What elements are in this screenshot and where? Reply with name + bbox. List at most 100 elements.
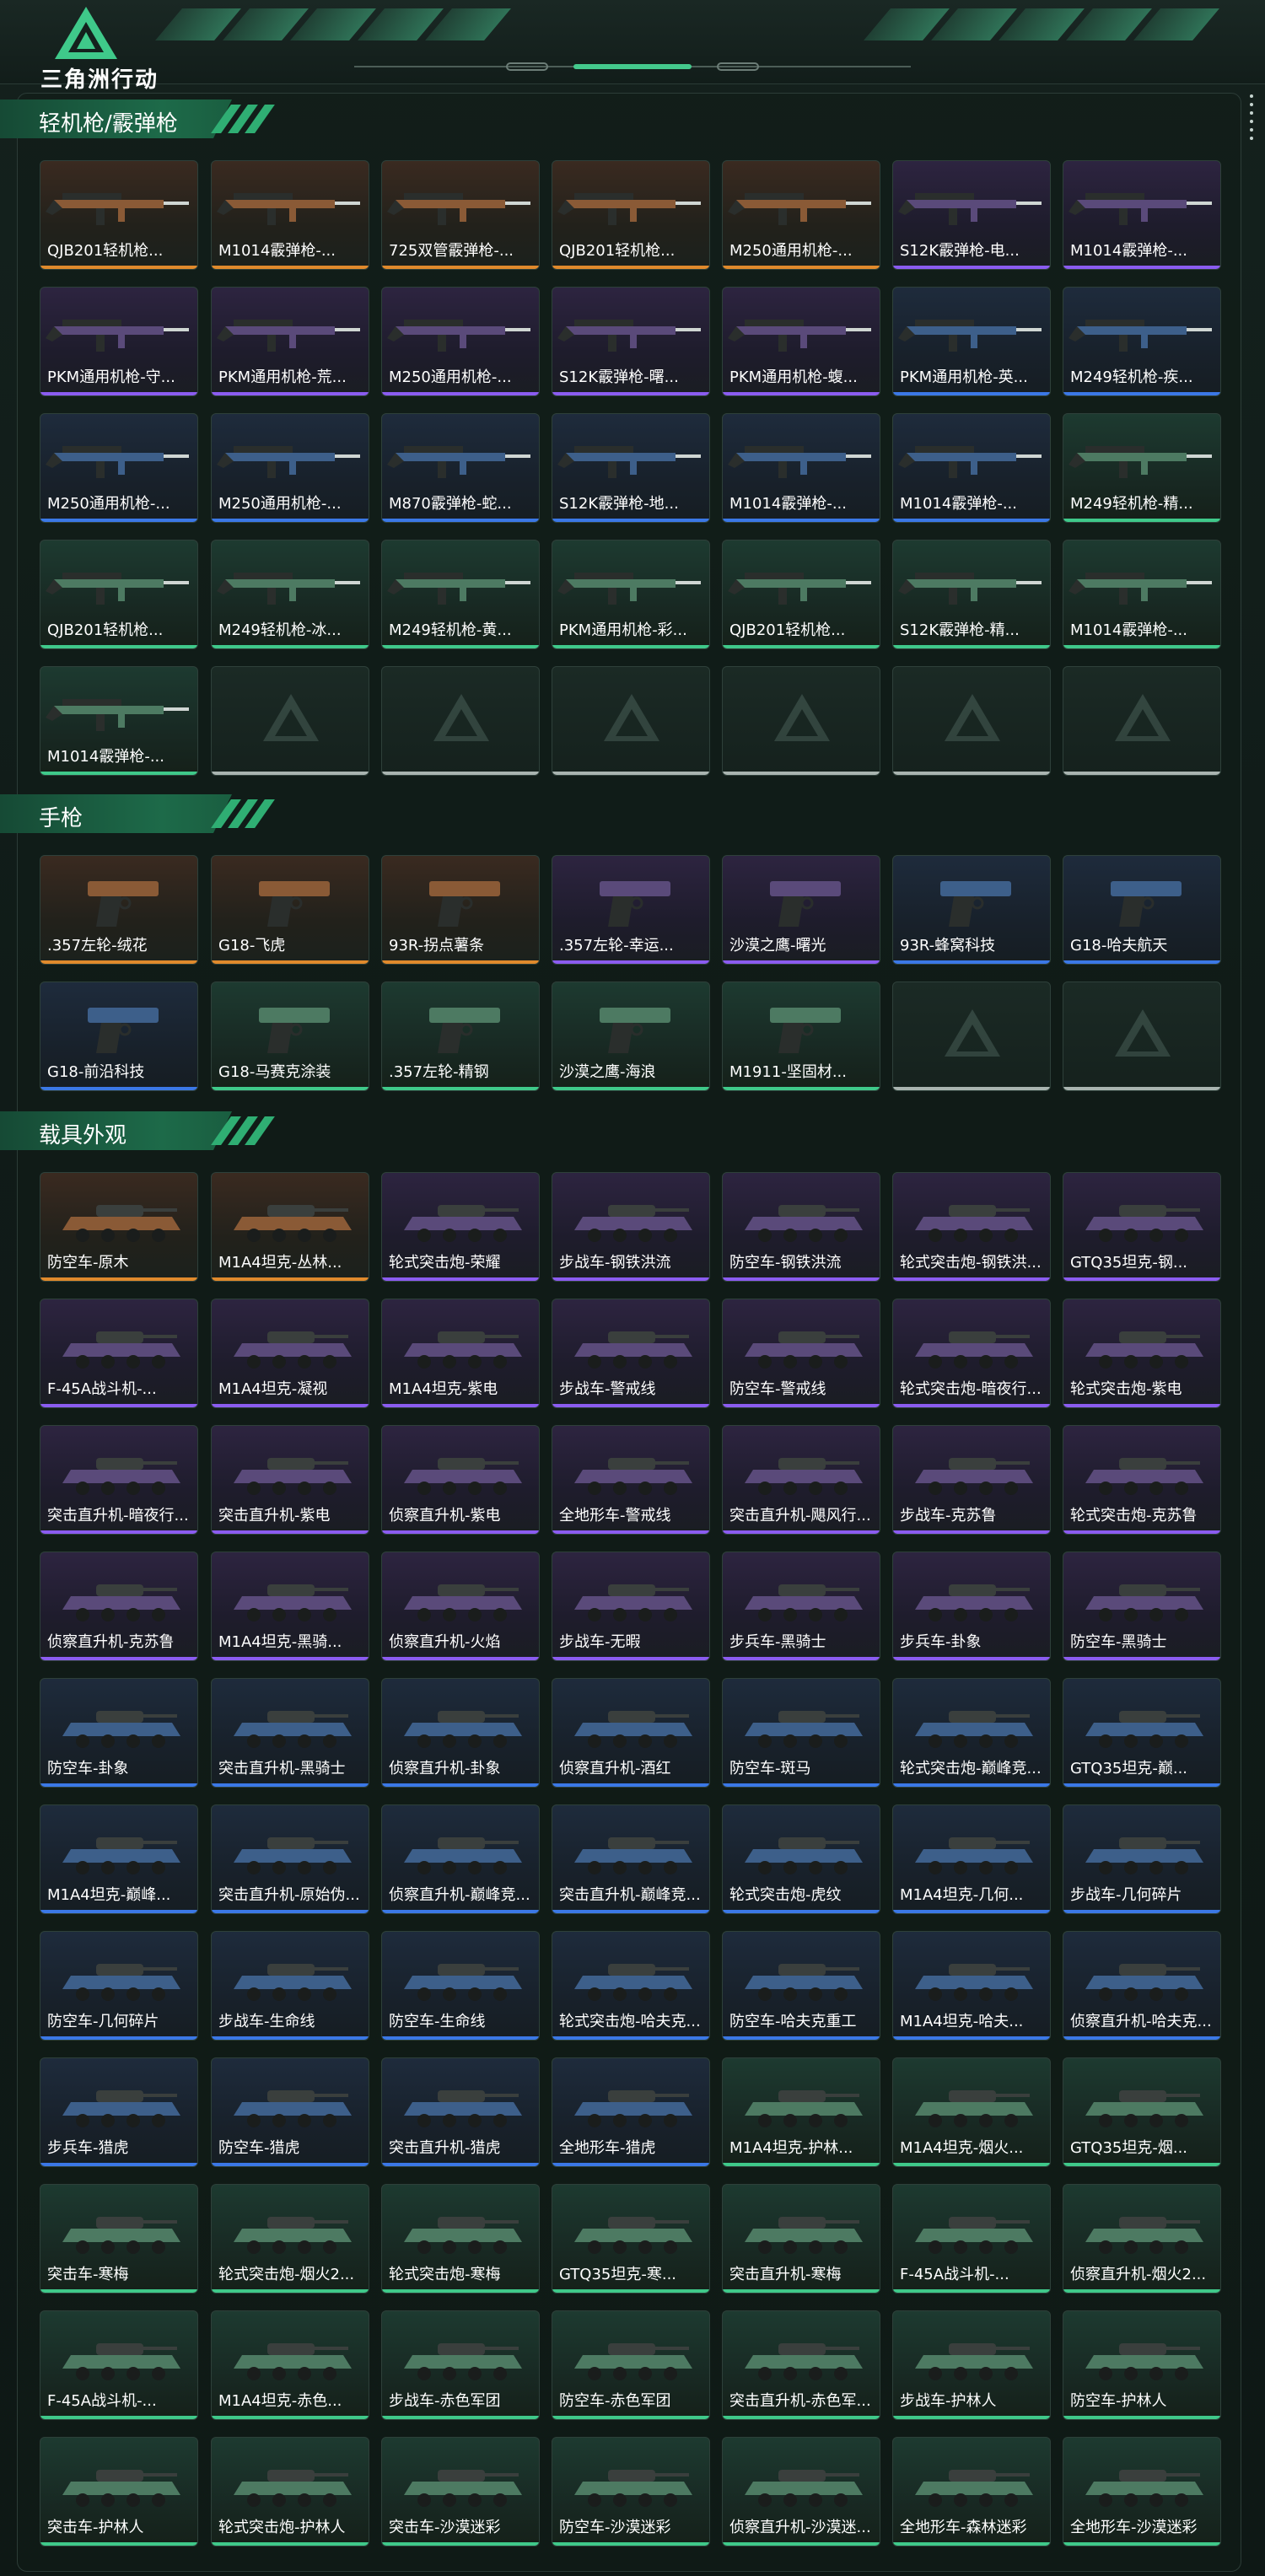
vehicle-skin-card[interactable]: 轮式突击炮-哈夫克... — [552, 1931, 710, 2041]
gun-skin-card[interactable]: PKM通用机枪-荒... — [211, 287, 369, 396]
vehicle-skin-card[interactable]: 防空车-护林人 — [1063, 2310, 1221, 2420]
vehicle-skin-card[interactable]: 突击直升机-猎虎 — [381, 2057, 540, 2167]
gun-skin-card[interactable]: M249轻机枪-冰... — [211, 540, 369, 649]
vehicle-skin-card[interactable]: 步兵车-猎虎 — [40, 2057, 198, 2167]
gun-skin-card[interactable]: S12K霰弹枪-精... — [892, 540, 1051, 649]
vehicle-skin-card[interactable]: GTQ35坦克-烟... — [1063, 2057, 1221, 2167]
vehicle-skin-card[interactable]: M1A4坦克-巅峰... — [40, 1804, 198, 1914]
vehicle-skin-card[interactable]: M1A4坦克-护林... — [722, 2057, 880, 2167]
vehicle-skin-card[interactable]: M1A4坦克-烟火... — [892, 2057, 1051, 2167]
gun-skin-card[interactable]: PKM通用机枪-英... — [892, 287, 1051, 396]
vehicle-skin-card[interactable]: 突击直升机-巅峰竞... — [552, 1804, 710, 1914]
pistol-skin-card[interactable]: 沙漠之鹰-海浪 — [552, 981, 710, 1091]
vehicle-skin-card[interactable]: 防空车-猎虎 — [211, 2057, 369, 2167]
vehicle-skin-card[interactable]: 防空车-几何碎片 — [40, 1931, 198, 2041]
gun-skin-card[interactable]: PKM通用机枪-蝮... — [722, 287, 880, 396]
pistol-skin-card[interactable]: M1911-坚固材... — [722, 981, 880, 1091]
vehicle-skin-card[interactable]: GTQ35坦克-巅... — [1063, 1678, 1221, 1788]
gun-skin-card[interactable]: S12K霰弹枪-曙... — [552, 287, 710, 396]
gun-skin-card[interactable]: S12K霰弹枪-地... — [552, 413, 710, 523]
gun-skin-card[interactable]: M249轻机枪-黄... — [381, 540, 540, 649]
vehicle-skin-card[interactable]: 侦察直升机-紫电 — [381, 1425, 540, 1535]
vehicle-skin-card[interactable]: 轮式突击炮-烟火2... — [211, 2184, 369, 2294]
gun-skin-card[interactable]: M1014霰弹枪-... — [40, 666, 198, 776]
vehicle-skin-card[interactable]: 轮式突击炮-暗夜行... — [892, 1299, 1051, 1408]
vehicle-skin-card[interactable]: 防空车-警戒线 — [722, 1299, 880, 1408]
gun-skin-card[interactable]: M1014霰弹枪-... — [1063, 540, 1221, 649]
vehicle-skin-card[interactable]: 防空车-卦象 — [40, 1678, 198, 1788]
vehicle-skin-card[interactable]: 防空车-赤色军团 — [552, 2310, 710, 2420]
gun-skin-card[interactable]: M250通用机枪-... — [722, 160, 880, 270]
gun-skin-card[interactable]: M1014霰弹枪-... — [1063, 160, 1221, 270]
gun-skin-card[interactable]: M1014霰弹枪-... — [892, 413, 1051, 523]
vehicle-skin-card[interactable]: 步战车-克苏鲁 — [892, 1425, 1051, 1535]
vehicle-skin-card[interactable]: M1A4坦克-丛林... — [211, 1172, 369, 1282]
gun-skin-card[interactable]: S12K霰弹枪-电... — [892, 160, 1051, 270]
pistol-skin-card[interactable]: .357左轮-精钢 — [381, 981, 540, 1091]
vehicle-skin-card[interactable]: M1A4坦克-凝视 — [211, 1299, 369, 1408]
gun-skin-card[interactable]: M249轻机枪-疾... — [1063, 287, 1221, 396]
vehicle-skin-card[interactable]: 防空车-沙漠迷彩 — [552, 2437, 710, 2546]
vehicle-skin-card[interactable]: 侦察直升机-沙漠迷... — [722, 2437, 880, 2546]
vehicle-skin-card[interactable]: 侦察直升机-卦象 — [381, 1678, 540, 1788]
vehicle-skin-card[interactable]: 轮式突击炮-巅峰竞... — [892, 1678, 1051, 1788]
vehicle-skin-card[interactable]: 步战车-赤色军团 — [381, 2310, 540, 2420]
vehicle-skin-card[interactable]: 防空车-黑骑士 — [1063, 1552, 1221, 1661]
vehicle-skin-card[interactable]: 全地形车-森林迷彩 — [892, 2437, 1051, 2546]
vehicle-skin-card[interactable]: 步战车-无暇 — [552, 1552, 710, 1661]
vehicle-skin-card[interactable]: 轮式突击炮-寒梅 — [381, 2184, 540, 2294]
vehicle-skin-card[interactable]: 轮式突击炮-克苏鲁 — [1063, 1425, 1221, 1535]
pistol-skin-card[interactable]: .357左轮-绒花 — [40, 855, 198, 965]
vehicle-skin-card[interactable]: 突击直升机-原始伪... — [211, 1804, 369, 1914]
vehicle-skin-card[interactable]: 轮式突击炮-钢铁洪... — [892, 1172, 1051, 1282]
gun-skin-card[interactable]: PKM通用机枪-守... — [40, 287, 198, 396]
vehicle-skin-card[interactable]: 突击直升机-暗夜行... — [40, 1425, 198, 1535]
vehicle-skin-card[interactable]: 突击车-沙漠迷彩 — [381, 2437, 540, 2546]
vehicle-skin-card[interactable]: 突击直升机-飓风行... — [722, 1425, 880, 1535]
gun-skin-card[interactable]: M250通用机枪-... — [381, 287, 540, 396]
vehicle-skin-card[interactable]: 轮式突击炮-护林人 — [211, 2437, 369, 2546]
vehicle-skin-card[interactable]: 突击直升机-赤色军... — [722, 2310, 880, 2420]
vehicle-skin-card[interactable]: M1A4坦克-黑骑... — [211, 1552, 369, 1661]
vehicle-skin-card[interactable]: 突击直升机-寒梅 — [722, 2184, 880, 2294]
pistol-skin-card[interactable]: G18-飞虎 — [211, 855, 369, 965]
scroll-indicator[interactable] — [1250, 94, 1255, 140]
pistol-skin-card[interactable]: G18-哈夫航天 — [1063, 855, 1221, 965]
vehicle-skin-card[interactable]: M1A4坦克-几何... — [892, 1804, 1051, 1914]
gun-skin-card[interactable]: M250通用机枪-... — [211, 413, 369, 523]
vehicle-skin-card[interactable]: 侦察直升机-克苏鲁 — [40, 1552, 198, 1661]
vehicle-skin-card[interactable]: M1A4坦克-紫电 — [381, 1299, 540, 1408]
gun-skin-card[interactable]: M250通用机枪-... — [40, 413, 198, 523]
pistol-skin-card[interactable]: G18-前沿科技 — [40, 981, 198, 1091]
vehicle-skin-card[interactable]: 侦察直升机-巅峰竞... — [381, 1804, 540, 1914]
vehicle-skin-card[interactable]: 突击直升机-黑骑士 — [211, 1678, 369, 1788]
vehicle-skin-card[interactable]: 步战车-钢铁洪流 — [552, 1172, 710, 1282]
vehicle-skin-card[interactable]: F-45A战斗机-... — [40, 1299, 198, 1408]
vehicle-skin-card[interactable]: GTQ35坦克-寒... — [552, 2184, 710, 2294]
vehicle-skin-card[interactable]: 防空车-斑马 — [722, 1678, 880, 1788]
vehicle-skin-card[interactable]: 步战车-生命线 — [211, 1931, 369, 2041]
pistol-skin-card[interactable]: 93R-拐点薯条 — [381, 855, 540, 965]
gun-skin-card[interactable]: QJB201轻机枪... — [40, 540, 198, 649]
vehicle-skin-card[interactable]: 侦察直升机-哈夫克... — [1063, 1931, 1221, 2041]
vehicle-skin-card[interactable]: 全地形车-沙漠迷彩 — [1063, 2437, 1221, 2546]
vehicle-skin-card[interactable]: 全地形车-猎虎 — [552, 2057, 710, 2167]
vehicle-skin-card[interactable]: 突击直升机-紫电 — [211, 1425, 369, 1535]
vehicle-skin-card[interactable]: 防空车-哈夫克重工 — [722, 1931, 880, 2041]
gun-skin-card[interactable]: M1014霰弹枪-... — [722, 413, 880, 523]
vehicle-skin-card[interactable]: 侦察直升机-酒红 — [552, 1678, 710, 1788]
vehicle-skin-card[interactable]: 轮式突击炮-紫电 — [1063, 1299, 1221, 1408]
vehicle-skin-card[interactable]: M1A4坦克-哈夫... — [892, 1931, 1051, 2041]
pistol-skin-card[interactable]: 沙漠之鹰-曙光 — [722, 855, 880, 965]
vehicle-skin-card[interactable]: 轮式突击炮-虎纹 — [722, 1804, 880, 1914]
vehicle-skin-card[interactable]: 突击车-护林人 — [40, 2437, 198, 2546]
pistol-skin-card[interactable]: .357左轮-幸运... — [552, 855, 710, 965]
vehicle-skin-card[interactable]: 侦察直升机-火焰 — [381, 1552, 540, 1661]
vehicle-skin-card[interactable]: 防空车-生命线 — [381, 1931, 540, 2041]
gun-skin-card[interactable]: M1014霰弹枪-... — [211, 160, 369, 270]
vehicle-skin-card[interactable]: 突击车-寒梅 — [40, 2184, 198, 2294]
pistol-skin-card[interactable]: G18-马赛克涂装 — [211, 981, 369, 1091]
vehicle-skin-card[interactable]: 步战车-护林人 — [892, 2310, 1051, 2420]
vehicle-skin-card[interactable]: 防空车-原木 — [40, 1172, 198, 1282]
vehicle-skin-card[interactable]: F-45A战斗机-... — [40, 2310, 198, 2420]
